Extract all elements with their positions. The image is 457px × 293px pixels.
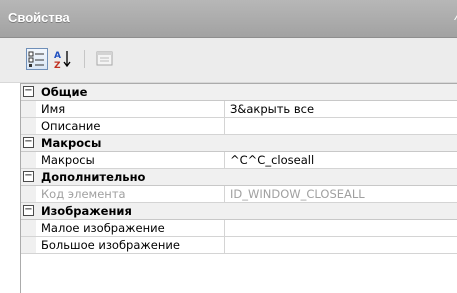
column-divider[interactable] <box>224 237 225 253</box>
property-row[interactable]: Малое изображение <box>21 220 457 237</box>
property-value-field[interactable]: ^C^C_closeall <box>230 153 456 167</box>
column-divider[interactable] <box>224 152 225 168</box>
property-value-field[interactable]: З&акрыть все <box>230 102 456 116</box>
collapse-toggle-icon[interactable]: − <box>23 86 34 97</box>
toolbar-separator <box>84 50 85 68</box>
property-row[interactable]: Имя З&акрыть все <box>21 101 457 118</box>
column-divider[interactable] <box>224 220 225 236</box>
categorized-view-button[interactable] <box>26 48 48 70</box>
property-pages-icon <box>96 51 113 66</box>
sort-alphabetical-icon: A Z <box>54 51 71 71</box>
property-row[interactable]: Код элемента ID_WINDOW_CLOSEALL <box>21 186 457 203</box>
category-label: Изображения <box>41 204 132 218</box>
column-divider[interactable] <box>224 186 225 202</box>
collapse-toggle-icon[interactable]: − <box>23 205 34 216</box>
property-name: Большое изображение <box>41 238 180 252</box>
category-row[interactable]: − Дополнительно <box>21 169 457 186</box>
property-name: Описание <box>41 119 101 133</box>
properties-palette: Свойства ⁄ A Z <box>0 0 457 293</box>
property-value-field: ID_WINDOW_CLOSEALL <box>230 187 365 201</box>
palette-title-bar[interactable]: Свойства ⁄ <box>0 0 457 38</box>
property-name: Малое изображение <box>41 221 165 235</box>
category-row[interactable]: − Макросы <box>21 135 457 152</box>
property-pages-button[interactable] <box>94 48 116 70</box>
row-gutter <box>21 118 36 134</box>
property-name: Код элемента <box>41 187 126 201</box>
property-grid: − Общие Имя З&акрыть все Описание − Макросы Мак… <box>20 83 457 293</box>
property-row[interactable]: Большое изображение <box>21 237 457 254</box>
column-divider[interactable] <box>224 101 225 117</box>
row-gutter <box>21 186 36 202</box>
property-name: Макросы <box>41 153 95 167</box>
property-row[interactable]: Описание <box>21 118 457 135</box>
collapse-toggle-icon[interactable]: − <box>23 171 34 182</box>
column-divider[interactable] <box>224 118 225 134</box>
categorized-view-icon <box>28 51 44 67</box>
category-row[interactable]: − Изображения <box>21 203 457 220</box>
category-label: Дополнительно <box>41 170 146 184</box>
sort-alphabetical-button[interactable]: A Z <box>52 48 74 71</box>
property-name: Имя <box>41 102 66 116</box>
toolbar: A Z <box>0 38 457 83</box>
row-gutter <box>21 152 36 168</box>
row-gutter <box>21 220 36 236</box>
palette-title: Свойства <box>8 10 70 25</box>
category-label: Общие <box>41 85 88 99</box>
row-gutter <box>21 237 36 253</box>
row-gutter <box>21 101 36 117</box>
category-row[interactable]: − Общие <box>21 84 457 101</box>
category-label: Макросы <box>41 136 102 150</box>
property-row[interactable]: Макросы ^C^C_closeall <box>21 152 457 169</box>
svg-text:Z: Z <box>54 61 61 70</box>
svg-text:A: A <box>54 51 61 61</box>
collapse-toggle-icon[interactable]: − <box>23 137 34 148</box>
